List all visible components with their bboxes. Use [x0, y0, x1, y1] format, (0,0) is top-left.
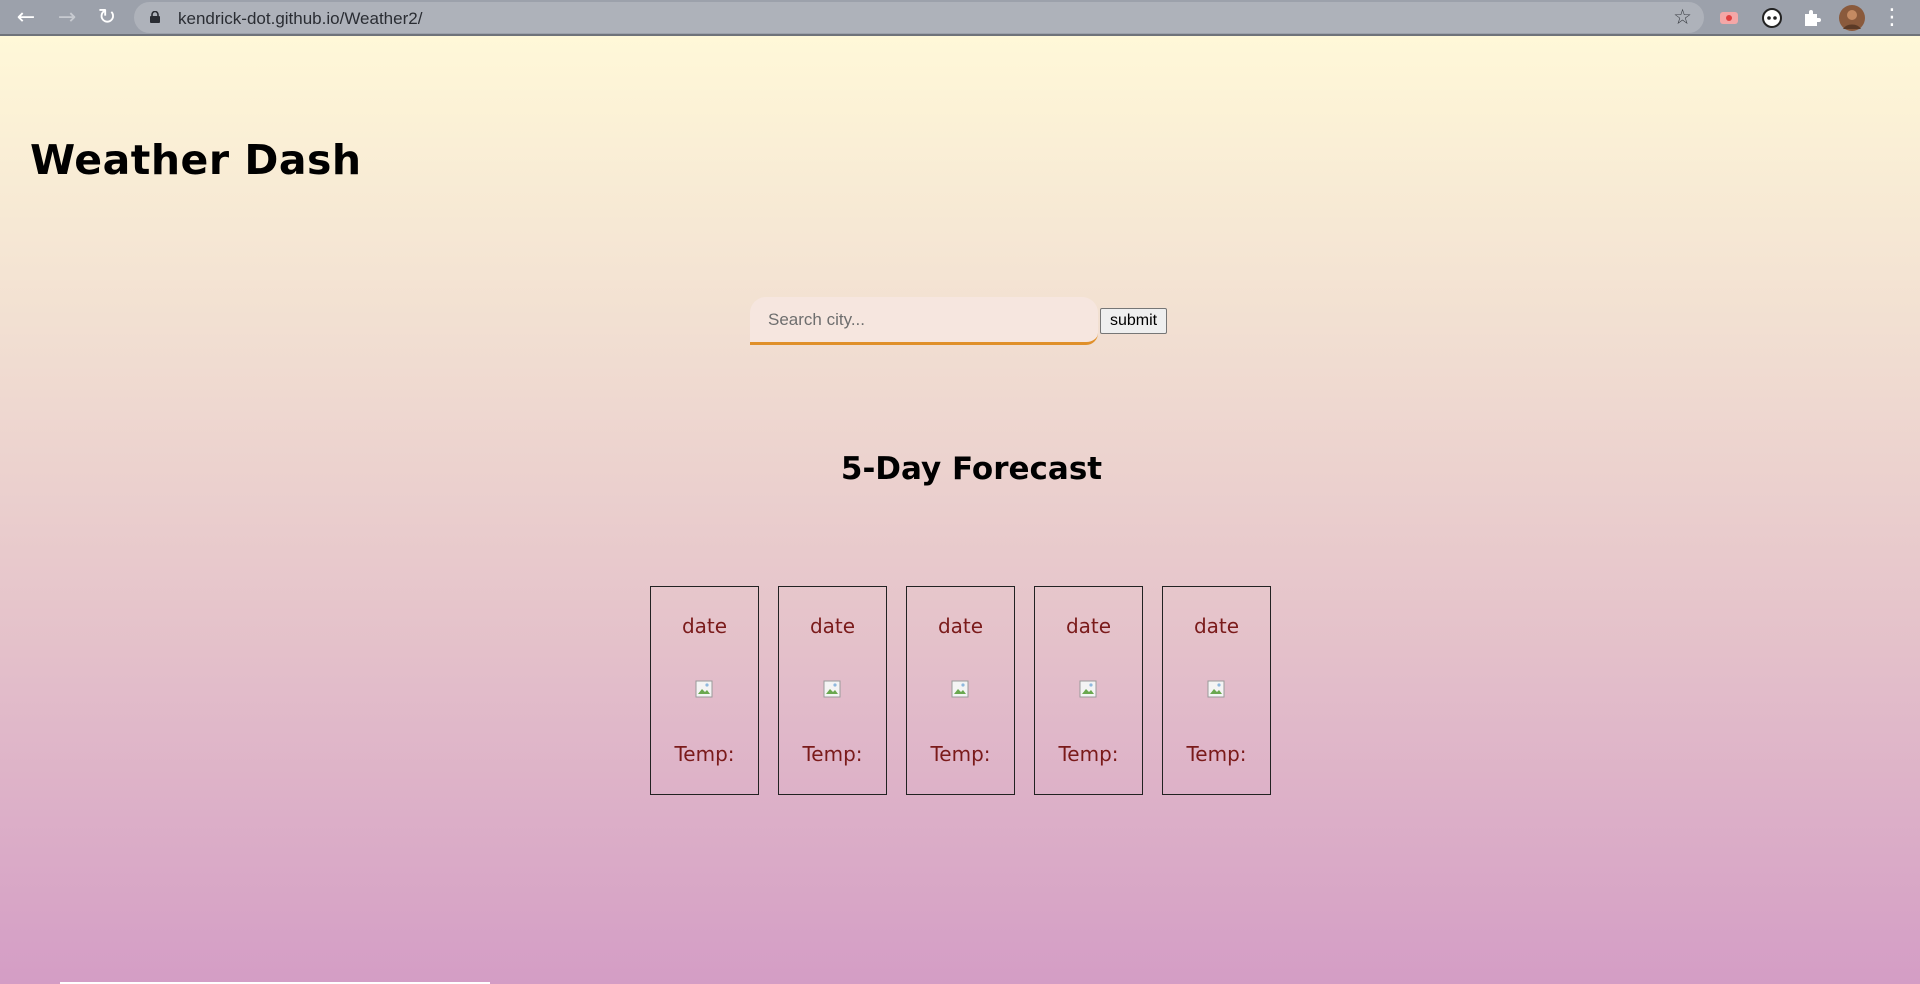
forecast-date: date — [1193, 614, 1240, 638]
forecast-card: date Temp: — [650, 586, 759, 795]
forecast-date: date — [809, 614, 856, 638]
back-icon[interactable]: ← — [12, 4, 40, 32]
record-extension-icon[interactable] — [1718, 5, 1744, 31]
forecast-date: date — [1065, 614, 1112, 638]
broken-image-icon — [1207, 680, 1225, 698]
reload-icon[interactable]: ↻ — [93, 4, 121, 32]
forecast-temp: Temp: — [1186, 742, 1247, 766]
browser-toolbar: ← → ↻ kendrick-dot.github.io/Weather2/ ☆ — [0, 0, 1920, 36]
forecast-temp: Temp: — [1058, 742, 1119, 766]
lock-icon — [150, 11, 160, 23]
submit-button[interactable]: submit — [1100, 308, 1168, 334]
broken-image-icon — [951, 680, 969, 698]
url-text: kendrick-dot.github.io/Weather2/ — [178, 9, 423, 28]
search-input[interactable] — [750, 297, 1098, 345]
forward-icon[interactable]: → — [53, 4, 81, 32]
extensions-puzzle-icon[interactable] — [1799, 5, 1825, 31]
forecast-temp: Temp: — [802, 742, 863, 766]
forecast-card: date Temp: — [778, 586, 887, 795]
site-title: Weather Dash — [30, 136, 362, 184]
broken-image-icon — [1079, 680, 1097, 698]
bookmark-star-icon[interactable]: ☆ — [1673, 5, 1692, 29]
broken-image-icon — [695, 680, 713, 698]
address-bar[interactable]: kendrick-dot.github.io/Weather2/ ☆ — [134, 2, 1704, 33]
forecast-cards: date Temp: date Temp: date Temp: date Te… — [650, 586, 1271, 795]
profile-avatar-icon[interactable] — [1839, 5, 1865, 31]
forecast-card: date Temp: — [1034, 586, 1143, 795]
forecast-temp: Temp: — [674, 742, 735, 766]
forecast-date: date — [681, 614, 728, 638]
forecast-card: date Temp: — [1162, 586, 1271, 795]
forecast-temp: Temp: — [930, 742, 991, 766]
broken-image-icon — [823, 680, 841, 698]
search-form: submit — [750, 296, 1168, 346]
forecast-card: date Temp: — [906, 586, 1015, 795]
forecast-heading: 5-Day Forecast — [840, 451, 1103, 487]
page-body: Weather Dash submit 5-Day Forecast date … — [0, 36, 1920, 984]
browser-menu-icon[interactable]: ⋮ — [1878, 4, 1906, 32]
forecast-date: date — [937, 614, 984, 638]
eye-extension-icon[interactable] — [1759, 5, 1785, 31]
